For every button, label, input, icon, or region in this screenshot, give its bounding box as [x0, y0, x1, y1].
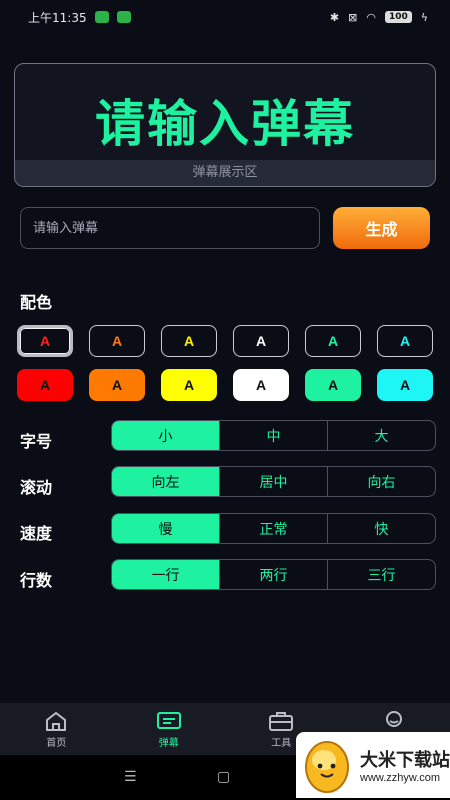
speed-option[interactable]: 正常 [219, 514, 327, 543]
danmu-icon [156, 711, 181, 729]
bluetooth-icon: ✱ [329, 10, 340, 24]
nav-home-label: 首页 [46, 737, 67, 749]
text-color-swatch[interactable]: A [89, 325, 145, 357]
watermark-url: www.zzhyw.com [360, 772, 441, 784]
background-color-swatch[interactable]: A [89, 369, 145, 401]
home-icon [46, 711, 67, 731]
home-button-icon[interactable]: ▢ [217, 769, 230, 785]
notification-app-icon [116, 11, 131, 23]
nav-danmu-label: 弹幕 [158, 737, 179, 749]
background-color-swatch[interactable]: A [305, 369, 361, 401]
speed-label: 速度 [20, 524, 53, 543]
size-option[interactable]: 大 [327, 421, 435, 450]
background-color-swatch[interactable]: A [17, 369, 73, 401]
status-bar: 上午11:35 ✱ ⊠ ◠ 100 ϟ [0, 0, 450, 34]
nav-home[interactable]: 首页 [0, 703, 113, 755]
scroll-option[interactable]: 向左 [112, 467, 219, 496]
scroll-label: 滚动 [20, 478, 53, 497]
nav-tools-label: 工具 [271, 737, 292, 749]
rows-option[interactable]: 一行 [112, 560, 219, 589]
rows-option[interactable]: 两行 [219, 560, 327, 589]
text-color-swatch[interactable]: A [233, 325, 289, 357]
danmu-input[interactable] [20, 207, 320, 249]
rows-label: 行数 [20, 571, 53, 590]
display-caption: 弹幕展示区 [15, 160, 435, 186]
background-color-swatches: AAAAAA [17, 369, 433, 401]
generate-button[interactable]: 生成 [333, 207, 430, 249]
font-size-selector: 小中大 [111, 420, 436, 451]
watermark-title: 大米下载站 [360, 750, 450, 771]
size-option[interactable]: 小 [112, 421, 219, 450]
site-watermark: 大米下载站 www.zzhyw.com [296, 732, 450, 798]
speed-option[interactable]: 慢 [112, 514, 219, 543]
battery-icon: 100 [384, 11, 412, 23]
speed-option[interactable]: 快 [327, 514, 435, 543]
text-color-swatch[interactable]: A [161, 325, 217, 357]
font-size-label: 字号 [20, 432, 53, 451]
status-time: 上午11:35 [28, 10, 87, 25]
wifi-icon: ◠ [366, 10, 376, 24]
background-color-swatch[interactable]: A [377, 369, 433, 401]
rice-mascot-logo [305, 741, 349, 793]
text-color-swatch[interactable]: A [305, 325, 361, 357]
toolbox-icon [269, 711, 294, 731]
scroll-option[interactable]: 居中 [219, 467, 327, 496]
nav-danmu[interactable]: 弹幕 [113, 703, 226, 755]
danmu-display-area: 请输入弹幕 弹幕展示区 [14, 63, 436, 187]
sim-icon: ⊠ [348, 10, 358, 24]
charging-icon: ϟ [420, 10, 428, 24]
notification-app-icon [94, 11, 109, 23]
text-color-swatch[interactable]: A [17, 325, 73, 357]
background-color-swatch[interactable]: A [233, 369, 289, 401]
background-color-swatch[interactable]: A [161, 369, 217, 401]
input-row: 生成 [20, 207, 430, 249]
danmu-display-text: 请输入弹幕 [95, 95, 355, 153]
size-option[interactable]: 中 [219, 421, 327, 450]
speed-selector: 慢正常快 [111, 513, 436, 544]
menu-icon[interactable]: ☰ [124, 769, 137, 785]
rows-option[interactable]: 三行 [327, 560, 435, 589]
rows-selector: 一行 两行 三行 [111, 559, 436, 590]
text-color-swatch[interactable]: A [377, 325, 433, 357]
scroll-selector: 向左 居中 向右 [111, 466, 436, 497]
profile-icon [385, 710, 402, 727]
text-color-swatches: AAAAAA [17, 325, 433, 357]
color-section-label: 配色 [20, 293, 53, 312]
scroll-option[interactable]: 向右 [327, 467, 435, 496]
